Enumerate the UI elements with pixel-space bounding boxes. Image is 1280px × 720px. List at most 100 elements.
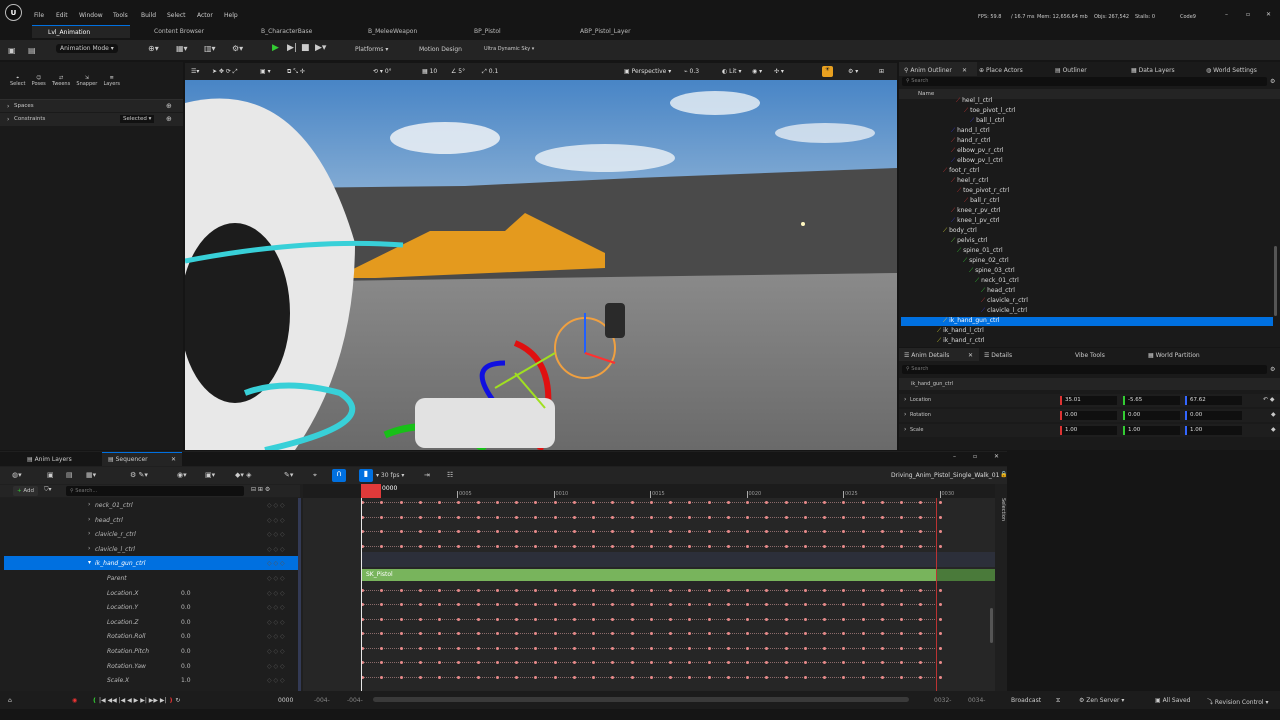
key-nav-icons[interactable]: ◇ ◇ ◇ — [267, 604, 285, 611]
keyframe[interactable] — [823, 589, 826, 592]
minimize-icon[interactable]: – — [953, 453, 956, 460]
save-icon[interactable]: ▣ — [8, 46, 16, 55]
select-tool[interactable]: ⌖ Select — [10, 75, 25, 87]
chevron-right-icon[interactable]: › — [88, 516, 90, 523]
outliner-item[interactable]: ⟋ body_ctrl — [943, 227, 977, 235]
zen-server-button[interactable]: ⚙ Zen Server ▾ — [1079, 697, 1124, 704]
key-icon[interactable]: ⚙ ✎▾ — [130, 471, 148, 479]
keyframe[interactable] — [707, 530, 711, 533]
keyframe[interactable] — [938, 632, 942, 635]
outliner-item[interactable]: ⟋ knee_l_pv_ctrl — [951, 217, 1000, 225]
keyframe[interactable] — [726, 647, 730, 650]
keyframe[interactable] — [476, 501, 480, 504]
camera-speed[interactable]: ⌁ 0.3 — [684, 68, 699, 75]
keyframe[interactable] — [880, 676, 884, 679]
keyframe[interactable] — [553, 661, 557, 664]
track-row[interactable]: Parent ◇ ◇ ◇ — [4, 571, 298, 585]
keyframe[interactable] — [515, 647, 518, 650]
keyframe[interactable] — [553, 501, 557, 504]
save-sequence-icon[interactable]: ▣ — [47, 471, 54, 479]
keyframe[interactable] — [938, 545, 942, 548]
add-track-button[interactable]: + Add — [13, 486, 39, 496]
keyframe[interactable] — [803, 530, 807, 533]
track-value[interactable]: 0.0 — [181, 604, 191, 611]
perspective-dropdown[interactable]: ▣ Perspective ▾ — [624, 68, 671, 75]
keyframe[interactable] — [476, 618, 480, 621]
snap-frames-icon[interactable]: ▮ — [359, 469, 373, 482]
tab-character-base[interactable]: B_CharacterBase — [253, 25, 312, 38]
keyframe[interactable] — [746, 516, 749, 519]
keyframe[interactable] — [438, 661, 441, 664]
poses-tool[interactable]: ☺ Poses — [32, 75, 46, 87]
keyframe[interactable] — [592, 647, 595, 650]
keyframe[interactable] — [592, 632, 595, 635]
render-icon[interactable]: ▦▾ — [86, 471, 96, 479]
keyframe[interactable] — [823, 501, 826, 504]
constraints-row[interactable]: › Constraints Selected ▾ ⊕ — [0, 113, 183, 126]
keyframe[interactable] — [649, 589, 653, 592]
keyframe[interactable] — [553, 676, 557, 679]
keyframe[interactable] — [438, 545, 441, 548]
track-value[interactable]: 0.0 — [181, 619, 191, 626]
keyframe[interactable] — [476, 647, 480, 650]
unreal-logo-icon[interactable]: U — [5, 4, 22, 21]
keyframe[interactable] — [399, 501, 403, 504]
close-tab-icon[interactable]: ✕ — [968, 352, 973, 359]
grid-snap[interactable]: ▦ 10 — [422, 68, 437, 75]
keyframe[interactable] — [746, 618, 749, 621]
snap-magnet-icon[interactable]: ∩ — [332, 469, 346, 482]
keyframe[interactable] — [880, 661, 884, 664]
key-nav-icons[interactable]: ◇ ◇ ◇ — [267, 575, 285, 582]
stats-icon[interactable]: ⧖ — [1056, 697, 1060, 705]
stop-icon[interactable]: ■ — [301, 43, 310, 53]
outliner-item[interactable]: ⟋ toe_pivot_r_ctrl — [957, 187, 1009, 195]
playback-controls[interactable]: ❪ |◀ ◀◀ |◀ ◀ ▶ ▶| ▶▶ ▶| ❫ ↻ — [92, 697, 180, 704]
keyframe[interactable] — [784, 530, 788, 533]
keyframe[interactable] — [726, 661, 730, 664]
keyframe[interactable] — [418, 661, 422, 664]
keyframe[interactable] — [784, 676, 788, 679]
keyframe[interactable] — [707, 676, 711, 679]
menu-help[interactable]: Help — [224, 12, 238, 19]
keyframe[interactable] — [495, 661, 499, 664]
close-icon[interactable]: ✕ — [994, 453, 999, 460]
keyframe[interactable] — [553, 545, 557, 548]
details-settings-icon[interactable]: ⚙ — [1270, 366, 1275, 373]
outliner-scrollbar[interactable] — [1274, 246, 1277, 316]
keyframe[interactable] — [592, 589, 595, 592]
keyframe[interactable] — [418, 589, 422, 592]
keyframe[interactable] — [900, 676, 903, 679]
transform-x-field[interactable]: 35.01 — [1060, 396, 1117, 405]
keyframe[interactable] — [900, 661, 903, 664]
keyframe[interactable] — [746, 676, 749, 679]
keyframe[interactable] — [938, 618, 942, 621]
filter-icon[interactable]: ⛉▾ — [44, 486, 52, 494]
keyframe[interactable] — [495, 603, 499, 606]
angle-snap[interactable]: ∠ 5° — [451, 68, 465, 75]
keyframe[interactable] — [592, 501, 595, 504]
reset-icon[interactable]: ↶ ◆ — [1263, 396, 1275, 403]
keyframe[interactable] — [707, 603, 711, 606]
keyframe[interactable] — [399, 661, 403, 664]
keyframe[interactable] — [784, 589, 788, 592]
tab-melee-weapon[interactable]: B_MeleeWeapon — [360, 25, 417, 38]
keyframe[interactable] — [572, 647, 576, 650]
keyframe[interactable] — [803, 516, 807, 519]
transform-z-field[interactable]: 1.00 — [1185, 426, 1242, 435]
keyframe[interactable] — [803, 618, 807, 621]
outliner-item[interactable]: ⟋ heel_r_ctrl — [951, 177, 988, 185]
transform-z-field[interactable]: 0.00 — [1185, 411, 1242, 420]
keyframe[interactable] — [476, 589, 480, 592]
snap-icons[interactable]: ▣ ▾ — [260, 68, 271, 75]
keyframe[interactable] — [592, 530, 595, 533]
keyframe[interactable] — [880, 647, 884, 650]
keyframe[interactable] — [515, 676, 518, 679]
close-icon[interactable]: ✕ — [1266, 11, 1271, 18]
chevron-right-icon[interactable]: › — [88, 530, 90, 537]
keyframe[interactable] — [515, 516, 518, 519]
outliner-item[interactable]: ⟋ clavicle_r_ctrl — [981, 297, 1028, 305]
keyframe[interactable] — [649, 516, 653, 519]
keyframe[interactable] — [553, 647, 557, 650]
transform-x-field[interactable]: 1.00 — [1060, 426, 1117, 435]
keyframe[interactable] — [630, 516, 634, 519]
